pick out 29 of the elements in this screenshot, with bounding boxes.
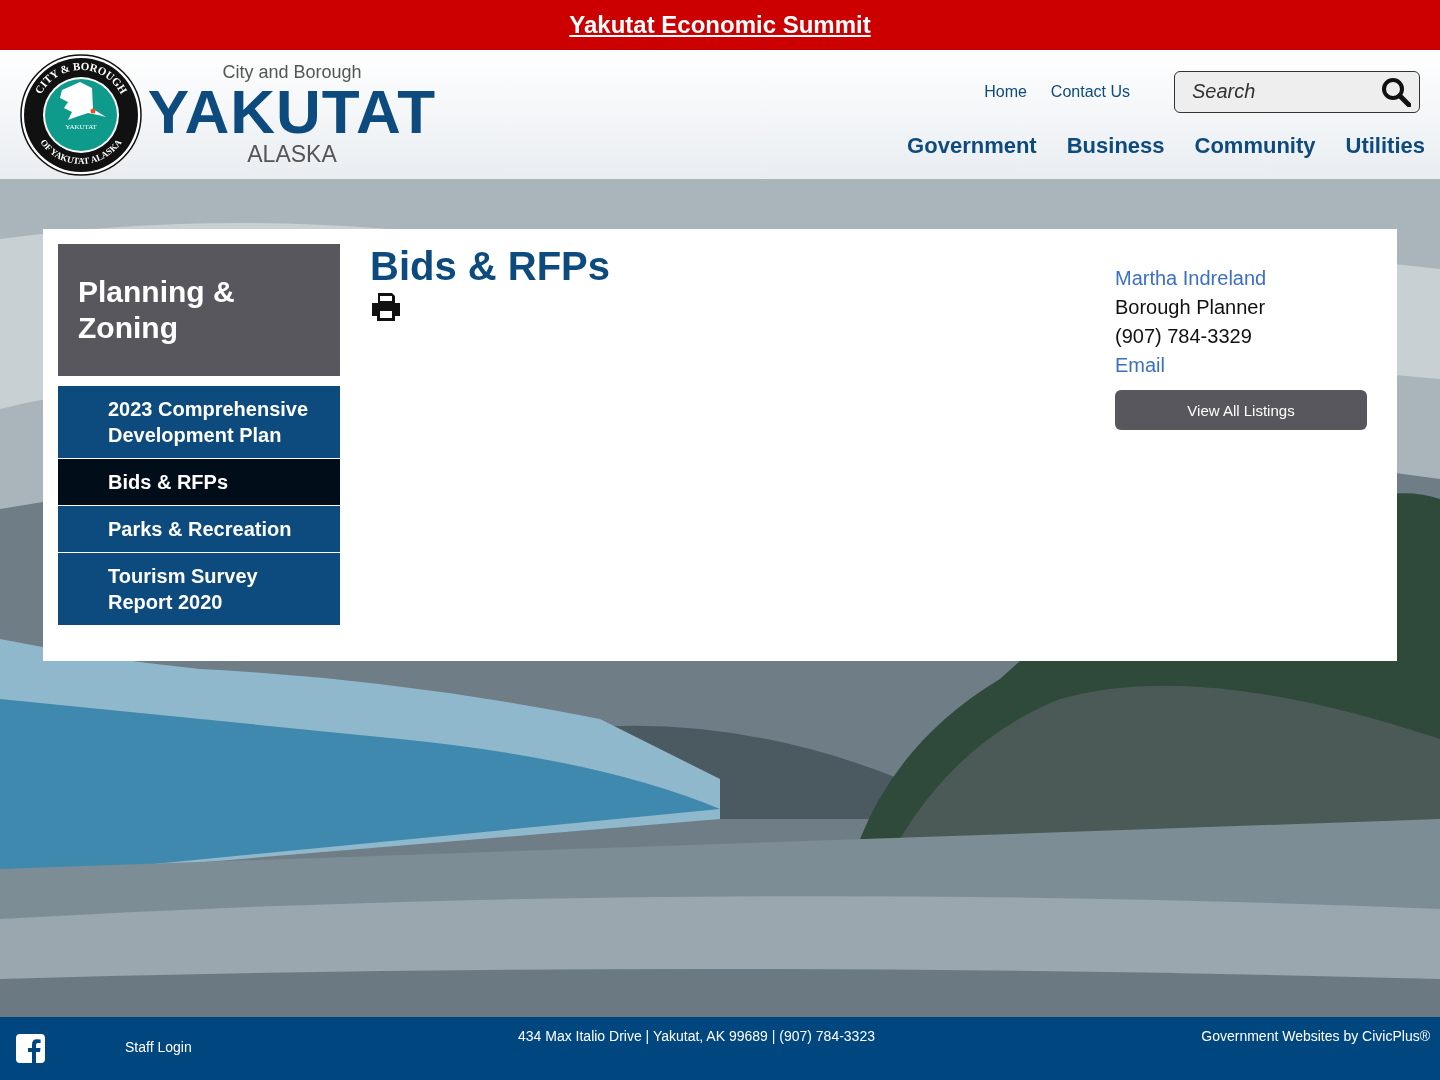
- search-icon[interactable]: [1381, 76, 1411, 107]
- brand-state: ALASKA: [247, 140, 337, 168]
- sidebar-item[interactable]: Parks & Recreation: [58, 506, 340, 553]
- nav-link[interactable]: Utilities: [1345, 132, 1425, 159]
- sidebar-item[interactable]: Tourism Survey Report 2020: [58, 553, 340, 626]
- alert-link[interactable]: Yakutat Economic Summit: [569, 11, 871, 39]
- staff-login-link[interactable]: Staff Login: [125, 1039, 192, 1080]
- email-link[interactable]: Email: [1115, 351, 1165, 380]
- footer-address: 434 Max Italio Drive | Yakutat, AK 99689 | (907) 784-3323: [518, 1028, 875, 1046]
- nav-link[interactable]: Community: [1194, 132, 1316, 159]
- view-listings-button[interactable]: View All Listings: [1115, 390, 1367, 430]
- nav-link[interactable]: Business: [1066, 132, 1165, 159]
- sidebar-title: Planning & Zoning: [58, 244, 340, 376]
- nav-link[interactable]: Government: [907, 132, 1037, 159]
- sidebar-item[interactable]: Bids & RFPs: [58, 459, 340, 506]
- credit-link[interactable]: Government Websites by CivicPlus®: [1201, 1028, 1430, 1080]
- utility-link[interactable]: Contact Us: [1050, 82, 1130, 101]
- sidebar-item[interactable]: 2023 Comprehensive Development Plan: [58, 386, 340, 459]
- facebook-icon[interactable]: [16, 1034, 45, 1063]
- contact-phone: (907) 784-3329: [1115, 324, 1252, 349]
- print-icon[interactable]: [370, 291, 402, 323]
- contact-role: Borough Planner: [1115, 295, 1266, 320]
- search-field[interactable]: Search: [1174, 70, 1420, 113]
- brand-subtitle: City and Borough: [222, 61, 362, 83]
- search-input[interactable]: Search: [1190, 79, 1381, 104]
- utility-link[interactable]: Home: [984, 82, 1027, 101]
- page-title: Bids & RFPs: [370, 244, 612, 289]
- brand-name[interactable]: YAKUTAT: [147, 82, 437, 141]
- contact-name[interactable]: Martha Indreland: [1115, 264, 1267, 293]
